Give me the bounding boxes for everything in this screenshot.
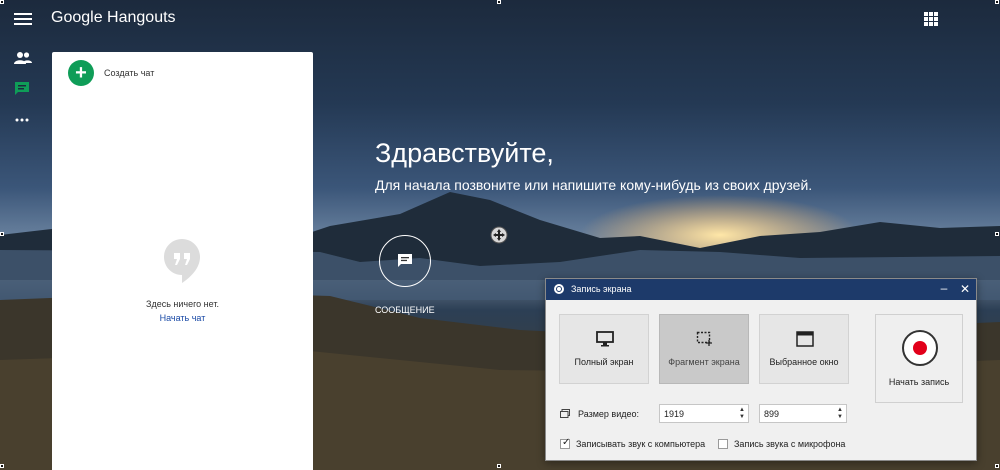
new-chat-button[interactable]: + Создать чат xyxy=(68,60,154,86)
empty-state-text: Здесь ничего нет. xyxy=(146,299,219,309)
mode-label: Фрагмент экрана xyxy=(668,357,740,367)
minimize-icon[interactable]: – xyxy=(937,281,951,295)
selection-handle[interactable] xyxy=(0,232,4,236)
conversations-panel: + Создать чат Здесь ничего нет. Начать ч… xyxy=(52,52,313,470)
app-logo: Google Hangouts xyxy=(51,9,176,27)
window-icon xyxy=(796,331,814,347)
message-button-label: СООБЩЕНИЕ xyxy=(375,305,435,315)
logo-product-text: Hangouts xyxy=(107,9,176,26)
people-icon[interactable] xyxy=(14,50,32,66)
selection-handle[interactable] xyxy=(0,464,4,468)
close-icon[interactable]: ✕ xyxy=(958,282,972,296)
more-icon[interactable] xyxy=(14,112,32,128)
checkbox-unchecked-icon[interactable] xyxy=(718,439,728,449)
spin-arrows-icon[interactable]: ▲ ▼ xyxy=(837,407,843,421)
record-computer-audio-checkbox[interactable]: Записывать звук с компьютера xyxy=(560,437,706,449)
monitor-icon xyxy=(596,331,614,347)
apps-grid-icon[interactable] xyxy=(924,12,938,26)
region-select-icon xyxy=(696,331,712,346)
message-button[interactable] xyxy=(379,235,431,287)
start-recording-label: Начать запись xyxy=(888,377,950,387)
start-chat-link[interactable]: Начать чат xyxy=(52,313,313,323)
checkbox-label: Запись звука с микрофона xyxy=(734,439,846,449)
selection-handle[interactable] xyxy=(0,0,4,4)
video-height-value: 899 xyxy=(764,409,780,419)
selection-handle[interactable] xyxy=(497,464,501,468)
mode-window-button[interactable]: Выбранное окно xyxy=(759,314,849,384)
plus-icon[interactable]: + xyxy=(68,60,94,86)
video-width-value: 1919 xyxy=(664,409,685,419)
spin-arrows-icon[interactable]: ▲ ▼ xyxy=(739,407,745,421)
mode-region-button[interactable]: Фрагмент экрана xyxy=(659,314,749,384)
selection-handle[interactable] xyxy=(995,464,999,468)
logo-google-text: Google xyxy=(51,9,103,26)
record-icon xyxy=(902,330,938,366)
move-cursor-icon[interactable] xyxy=(490,226,508,244)
welcome-subtitle: Для начала позвоните или напишите кому-н… xyxy=(375,177,813,193)
top-bar: Google Hangouts xyxy=(0,0,1000,40)
record-app-icon xyxy=(554,284,564,294)
empty-chat-icon xyxy=(162,237,202,287)
video-size-label: Размер видео: xyxy=(578,409,640,419)
mode-label: Полный экран xyxy=(574,357,634,367)
selection-handle[interactable] xyxy=(995,232,999,236)
welcome-title: Здравствуйте, xyxy=(375,138,554,168)
selection-handle[interactable] xyxy=(497,0,501,4)
checkbox-label: Записывать звук с компьютера xyxy=(576,439,706,449)
selection-handle[interactable] xyxy=(995,0,999,4)
start-recording-button[interactable]: Начать запись xyxy=(875,314,963,403)
mode-full-screen-button[interactable]: Полный экран xyxy=(559,314,649,384)
dialog-title-bar[interactable]: Запись экрана – ✕ xyxy=(546,279,976,300)
video-height-input[interactable]: 899 ▲ ▼ xyxy=(759,404,847,423)
checkbox-checked-icon[interactable] xyxy=(560,437,570,449)
chat-icon[interactable] xyxy=(14,81,32,97)
screen-recorder-dialog: Запись экрана – ✕ Полный экран Фрагмент … xyxy=(545,278,977,461)
video-width-input[interactable]: 1919 ▲ ▼ xyxy=(659,404,749,423)
message-icon xyxy=(398,254,412,267)
dialog-title: Запись экрана xyxy=(571,284,632,294)
video-size-icon xyxy=(560,409,570,418)
record-mic-audio-checkbox[interactable]: Запись звука с микрофона xyxy=(718,439,845,449)
new-chat-label: Создать чат xyxy=(104,68,155,78)
hamburger-menu-icon[interactable] xyxy=(14,11,32,27)
mode-label: Выбранное окно xyxy=(769,357,839,367)
